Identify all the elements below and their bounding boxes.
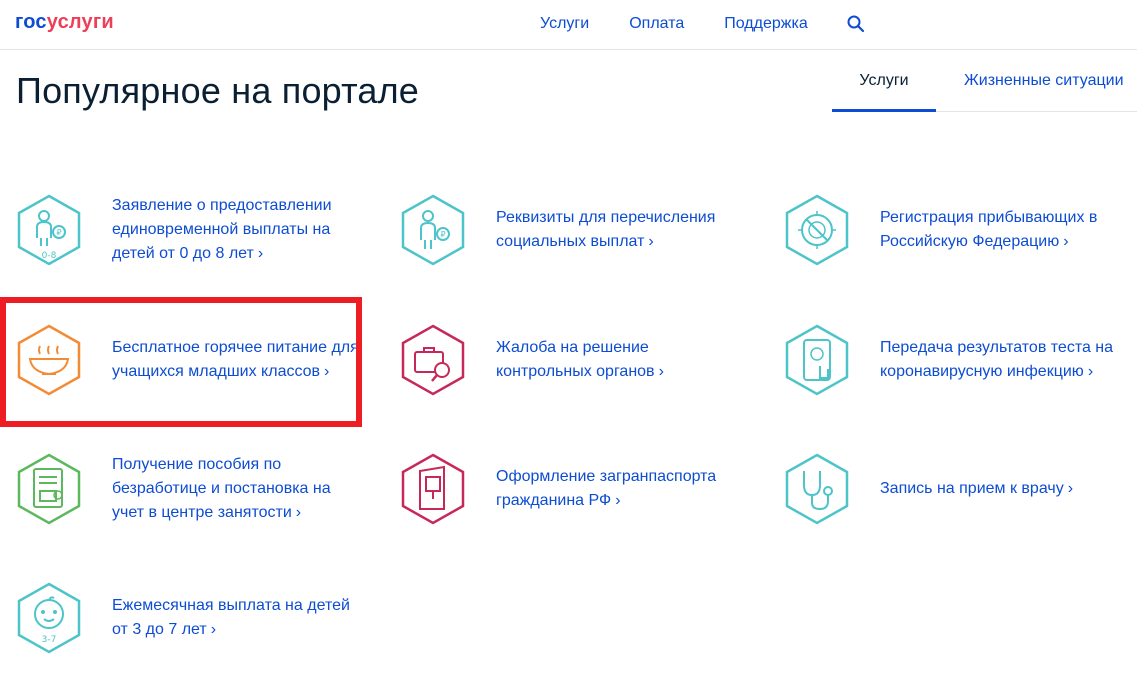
logo-part-gos: гос bbox=[15, 11, 47, 33]
svg-text:₽: ₽ bbox=[440, 230, 445, 239]
chevron-right-icon: › bbox=[257, 245, 264, 262]
service-label[interactable]: Заявление о предоставлении единовременно… bbox=[112, 194, 362, 266]
virus-icon bbox=[785, 194, 849, 266]
service-label[interactable]: Получение пособия по безработице и поста… bbox=[112, 453, 362, 525]
service-label[interactable]: Передача результатов теста на коронавиру… bbox=[880, 336, 1130, 384]
service-label[interactable]: Регистрация прибывающих в Российскую Фед… bbox=[880, 206, 1130, 254]
chevron-right-icon: › bbox=[615, 492, 621, 509]
tab-services[interactable]: Услуги bbox=[832, 72, 936, 112]
service-card[interactable]: ₽ 0-8 Заявление о предоставлении единовр… bbox=[16, 180, 376, 280]
chevron-right-icon: › bbox=[295, 504, 302, 521]
service-label[interactable]: Ежемесячная выплата на детей от 3 до 7 л… bbox=[112, 594, 362, 642]
service-label[interactable]: Жалоба на решение контрольных органов › bbox=[496, 336, 746, 384]
chevron-right-icon: › bbox=[648, 233, 654, 250]
service-label[interactable]: Оформление загранпаспорта гражданина РФ › bbox=[496, 465, 746, 513]
search-icon bbox=[847, 15, 865, 33]
gosuslugi-logo[interactable]: госуслуги bbox=[15, 11, 114, 34]
service-card[interactable]: Получение пособия по безработице и поста… bbox=[16, 439, 376, 539]
service-label[interactable]: Реквизиты для перечисления социальных вы… bbox=[496, 206, 746, 254]
logo-part-uslugi: услуги bbox=[46, 11, 114, 33]
highlight-box bbox=[0, 297, 362, 427]
page-title: Популярное на портале bbox=[16, 70, 420, 111]
passport-icon bbox=[401, 453, 465, 525]
service-card[interactable]: Передача результатов теста на коронавиру… bbox=[784, 310, 1137, 410]
chevron-right-icon: › bbox=[1063, 233, 1069, 250]
tab-life-situations[interactable]: Жизненные ситуации bbox=[964, 72, 1124, 90]
svg-text:0-8: 0-8 bbox=[42, 251, 57, 261]
social-payment-icon: ₽ bbox=[401, 194, 465, 266]
service-card[interactable]: Жалоба на решение контрольных органов › bbox=[400, 310, 760, 410]
chevron-right-icon: › bbox=[1087, 363, 1094, 380]
service-card[interactable]: 3-7 Ежемесячная выплата на детей от 3 до… bbox=[16, 568, 376, 668]
search-button[interactable] bbox=[846, 14, 866, 34]
service-label[interactable]: Запись на прием к врачу › bbox=[880, 477, 1130, 501]
covid-test-icon bbox=[785, 324, 849, 396]
tabs: Услуги Жизненные ситуации bbox=[832, 50, 1137, 112]
chevron-right-icon: › bbox=[1067, 480, 1074, 497]
chevron-right-icon: › bbox=[210, 621, 217, 638]
complaint-icon bbox=[401, 324, 465, 396]
main-nav: Услуги Оплата Поддержка bbox=[540, 15, 848, 33]
service-card[interactable]: ₽ Реквизиты для перечисления социальных … bbox=[400, 180, 760, 280]
svg-text:₽: ₽ bbox=[56, 228, 61, 237]
service-card[interactable]: Регистрация прибывающих в Российскую Фед… bbox=[784, 180, 1137, 280]
unemployment-icon bbox=[17, 453, 81, 525]
nav-support[interactable]: Поддержка bbox=[724, 15, 807, 33]
svg-text:3-7: 3-7 bbox=[42, 635, 57, 645]
service-card[interactable]: Оформление загранпаспорта гражданина РФ › bbox=[400, 439, 760, 539]
service-card[interactable]: Запись на прием к врачу › bbox=[784, 439, 1137, 539]
baby-icon: 3-7 bbox=[17, 582, 81, 654]
nav-payment[interactable]: Оплата bbox=[629, 15, 684, 33]
child-payment-icon: ₽ 0-8 bbox=[17, 194, 81, 266]
stethoscope-icon bbox=[785, 453, 849, 525]
chevron-right-icon: › bbox=[658, 363, 664, 380]
nav-services[interactable]: Услуги bbox=[540, 15, 589, 33]
top-header: госуслуги Услуги Оплата Поддержка bbox=[0, 0, 1137, 50]
